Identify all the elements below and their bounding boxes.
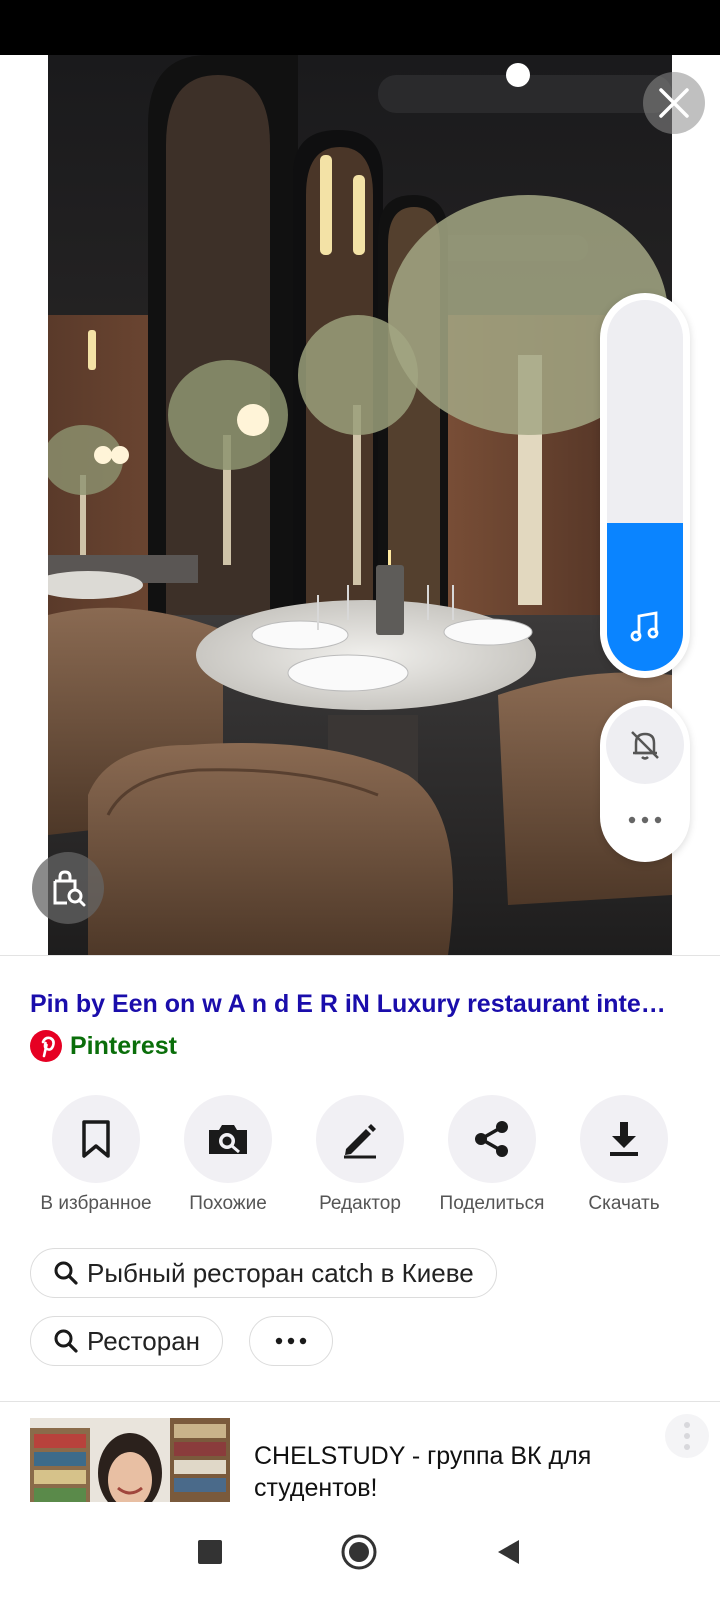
- bookmark-icon: [82, 1120, 110, 1158]
- related-card[interactable]: CHELSTUDY - группа ВК для студентов!: [0, 1402, 720, 1502]
- camera-search-icon: [209, 1125, 247, 1154]
- shopping-bag-search-icon: [53, 870, 86, 907]
- suggestion-chip[interactable]: Ресторан: [30, 1316, 224, 1366]
- action-circle: [52, 1095, 140, 1183]
- download-icon: [610, 1122, 638, 1156]
- ringer-panel: [600, 700, 690, 862]
- more-horizontal-icon: [628, 816, 662, 824]
- related-card-title: CHELSTUDY - группа ВК для студентов!: [254, 1442, 592, 1502]
- download-button[interactable]: Скачать: [558, 1095, 690, 1215]
- result-title-link[interactable]: Pin by Een on w A n d E R iN Luxury rest…: [30, 990, 690, 1019]
- editor-button[interactable]: Редактор: [294, 1095, 426, 1215]
- card-more-button[interactable]: [665, 1414, 709, 1458]
- pinterest-icon: [30, 1030, 62, 1062]
- search-icon: [54, 1261, 78, 1285]
- action-bar: В избранное Похожие Редактор Поделиться …: [30, 1095, 690, 1215]
- status-bar: [0, 0, 720, 55]
- home-circle-icon: [341, 1534, 377, 1570]
- result-source[interactable]: Pinterest: [30, 1030, 177, 1062]
- share-button[interactable]: Поделиться: [426, 1095, 558, 1215]
- action-label: Поделиться: [439, 1193, 545, 1214]
- shopping-lens-button[interactable]: [32, 852, 104, 924]
- add-to-favorites-button[interactable]: В избранное: [30, 1095, 162, 1215]
- more-horizontal-icon: [275, 1337, 307, 1345]
- similar-images-button[interactable]: Похожие: [162, 1095, 294, 1215]
- volume-slider[interactable]: [600, 293, 690, 678]
- more-vertical-icon: [684, 1422, 690, 1450]
- action-circle: [184, 1095, 272, 1183]
- more-suggestions-button[interactable]: [249, 1316, 333, 1366]
- source-name: Pinterest: [70, 1031, 177, 1060]
- suggestion-label: Рыбный ресторан catch в Киеве: [87, 1257, 474, 1288]
- action-label: Скачать: [588, 1193, 660, 1214]
- suggestion-label: Ресторан: [87, 1325, 201, 1356]
- close-button[interactable]: [643, 72, 705, 134]
- action-circle: [448, 1095, 536, 1183]
- recents-square-icon: [198, 1540, 222, 1564]
- action-label: Похожие: [189, 1193, 267, 1214]
- suggestion-chip[interactable]: Рыбный ресторан catch в Киеве: [30, 1248, 497, 1298]
- share-icon: [475, 1121, 508, 1157]
- home-button[interactable]: [339, 1532, 379, 1572]
- action-circle: [580, 1095, 668, 1183]
- volume-track[interactable]: [607, 300, 683, 671]
- restaurant-photo[interactable]: [48, 55, 672, 955]
- action-circle: [316, 1095, 404, 1183]
- related-card-thumbnail: [30, 1418, 230, 1502]
- bell-off-icon: [631, 731, 659, 760]
- pencil-icon: [344, 1124, 376, 1159]
- divider: [0, 955, 720, 956]
- back-triangle-icon: [498, 1540, 519, 1564]
- action-label: В избранное: [40, 1193, 152, 1214]
- search-icon: [54, 1329, 78, 1353]
- action-label: Редактор: [319, 1193, 401, 1214]
- recents-button[interactable]: [190, 1532, 230, 1572]
- ringer-mute-button[interactable]: [606, 706, 684, 784]
- music-note-icon: [607, 610, 683, 649]
- back-button[interactable]: [488, 1532, 528, 1572]
- navigation-bar: [0, 1502, 720, 1600]
- volume-settings-button[interactable]: [600, 800, 690, 840]
- close-icon: [659, 88, 689, 118]
